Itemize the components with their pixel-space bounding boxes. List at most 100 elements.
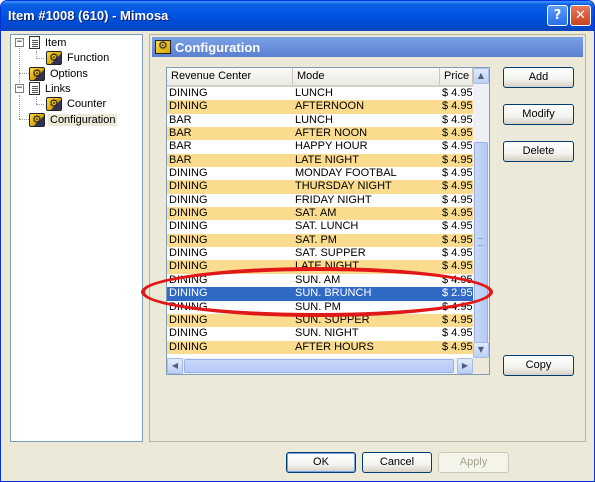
table-row[interactable]: DINING SAT. AM $ 4.95 (167, 207, 473, 221)
tree-connector (19, 119, 29, 120)
cell-price: $ 4.95 (442, 313, 473, 326)
cell-mode: LUNCH (295, 87, 333, 99)
cell-mode: HAPPY HOUR (295, 140, 368, 153)
cell-price: $ 4.95 (442, 327, 473, 340)
gear-icon (46, 50, 62, 65)
table-row[interactable]: DINING LUNCH $ 4.95 (167, 87, 473, 101)
tree-expander-item[interactable]: − (15, 38, 24, 47)
cell-mode: SUN. NIGHT (295, 327, 359, 340)
configuration-title: Configuration (175, 39, 261, 55)
table-row[interactable]: DINING SUN. SUPPER $ 4.95 (167, 313, 473, 328)
table-row[interactable]: DINING MONDAY FOOTBAL $ 4.95 (167, 167, 473, 181)
tree-expander-links[interactable]: − (15, 84, 24, 93)
configuration-list[interactable]: Revenue Center Mode Price DINING LUNCH $ 4… (166, 67, 490, 375)
table-row[interactable]: BAR LATE NIGHT $ 4.95 (167, 153, 473, 168)
cell-revenue-center: DINING (169, 247, 208, 260)
modify-button[interactable]: Modify (503, 104, 574, 125)
column-header-mode[interactable]: Mode (293, 68, 440, 85)
table-row[interactable]: DINING AFTER HOURS $ 4.95 (167, 340, 473, 354)
cell-price: $ 4.95 (442, 247, 473, 260)
scroll-up-button[interactable]: ▲ (473, 68, 489, 84)
table-row[interactable]: DINING SUN. BRUNCH $ 2.95 (167, 287, 473, 301)
cell-revenue-center: DINING (169, 340, 208, 353)
cell-price: $ 4.95 (442, 193, 473, 206)
cancel-button[interactable]: Cancel (362, 452, 432, 473)
cell-price: $ 4.95 (442, 87, 473, 99)
close-button[interactable]: ✕ (570, 5, 591, 26)
table-row[interactable]: DINING SUN. NIGHT $ 4.95 (167, 327, 473, 341)
scroll-down-button[interactable]: ▼ (473, 342, 489, 358)
title-bar[interactable]: Item #1008 (610) - Mimosa ? ✕ (1, 1, 594, 31)
gear-icon (155, 39, 171, 54)
vertical-scrollbar[interactable]: ▲ ▼ (473, 68, 489, 358)
tree-item-item[interactable]: Item (29, 35, 68, 50)
delete-button[interactable]: Delete (503, 141, 574, 162)
table-row[interactable]: DINING SAT. SUPPER $ 4.95 (167, 247, 473, 261)
cell-mode: SUN. BRUNCH (295, 287, 372, 300)
cell-revenue-center: DINING (169, 193, 208, 206)
list-header: Revenue Center Mode Price (167, 68, 473, 87)
scroll-right-button[interactable]: ▶ (457, 358, 473, 374)
cell-mode: MONDAY FOOTBAL (295, 167, 397, 180)
tree-item-links[interactable]: Links (29, 81, 73, 96)
cell-mode: SUN. PM (295, 300, 341, 313)
cell-mode: SAT. SUPPER (295, 247, 366, 260)
column-header-price[interactable]: Price (440, 68, 473, 85)
tree-item-counter[interactable]: Counter (46, 96, 108, 111)
table-row[interactable]: DINING FRIDAY NIGHT $ 4.95 (167, 193, 473, 208)
dialog-window: Item #1008 (610) - Mimosa ? ✕ − Item Fun… (0, 0, 595, 482)
page-icon (29, 82, 40, 95)
add-button[interactable]: Add (503, 67, 574, 88)
close-icon: ✕ (575, 8, 586, 23)
cell-revenue-center: DINING (169, 87, 208, 99)
scroll-corner (473, 358, 489, 374)
table-row[interactable]: DINING SUN. PM $ 4.95 (167, 300, 473, 314)
cell-revenue-center: DINING (169, 287, 208, 300)
cell-revenue-center: DINING (169, 207, 208, 220)
ok-button[interactable]: OK (286, 452, 356, 473)
cell-revenue-center: DINING (169, 313, 208, 326)
cell-mode: LATE NIGHT (295, 153, 359, 166)
cell-mode: SAT. LUNCH (295, 220, 359, 233)
cell-mode: LATE NIGHT (295, 260, 359, 273)
horizontal-scroll-thumb[interactable] (184, 359, 454, 373)
copy-button[interactable]: Copy (503, 355, 574, 376)
cell-price: $ 4.95 (442, 140, 473, 153)
table-row[interactable]: DINING AFTERNOON $ 4.95 (167, 100, 473, 114)
tree-item-options[interactable]: Options (29, 66, 90, 81)
table-row[interactable]: DINING SAT. LUNCH $ 4.95 (167, 220, 473, 234)
cell-price: $ 4.95 (442, 180, 473, 193)
cell-mode: SUN. SUPPER (295, 313, 370, 326)
table-row[interactable]: BAR AFTER NOON $ 4.95 (167, 127, 473, 141)
cell-revenue-center: BAR (169, 140, 192, 153)
tree-connector (19, 95, 20, 119)
cell-revenue-center: BAR (169, 153, 192, 166)
scroll-left-button[interactable]: ◀ (167, 358, 183, 374)
tree-item-configuration[interactable]: Configuration (29, 112, 118, 127)
page-icon (29, 36, 40, 49)
help-icon: ? (553, 8, 562, 23)
table-row[interactable]: DINING LATE NIGHT $ 4.95 (167, 260, 473, 274)
cell-revenue-center: BAR (169, 113, 192, 126)
table-row[interactable]: DINING THURSDAY NIGHT $ 4.95 (167, 180, 473, 194)
chevron-down-icon: ▼ (477, 345, 485, 354)
tree-item-function[interactable]: Function (46, 50, 111, 65)
cell-revenue-center: DINING (169, 100, 208, 113)
help-button[interactable]: ? (547, 5, 568, 26)
apply-button[interactable]: Apply (438, 452, 509, 473)
cell-price: $ 4.95 (442, 340, 473, 353)
cell-mode: AFTERNOON (295, 100, 365, 113)
column-header-revenue-center[interactable]: Revenue Center (167, 68, 293, 85)
table-row[interactable]: DINING SUN. AM $ 4.95 (167, 273, 473, 288)
cell-price: $ 4.95 (442, 207, 473, 220)
list-rows: DINING LUNCH $ 4.95 DINING AFTERNOON $ 4.95 BA… (167, 87, 473, 354)
chevron-up-icon: ▲ (477, 71, 485, 80)
table-row[interactable]: BAR HAPPY HOUR $ 4.95 (167, 140, 473, 154)
navigation-tree: − Item Function Options − Links Counter … (10, 34, 143, 442)
horizontal-scrollbar[interactable]: ◀ ▶ (167, 358, 473, 374)
table-row[interactable]: DINING SAT. PM $ 4.95 (167, 233, 473, 248)
cell-revenue-center: DINING (169, 180, 208, 193)
table-row[interactable]: BAR LUNCH $ 4.95 (167, 113, 473, 128)
gear-icon (29, 112, 45, 127)
cell-mode: LUNCH (295, 113, 333, 126)
